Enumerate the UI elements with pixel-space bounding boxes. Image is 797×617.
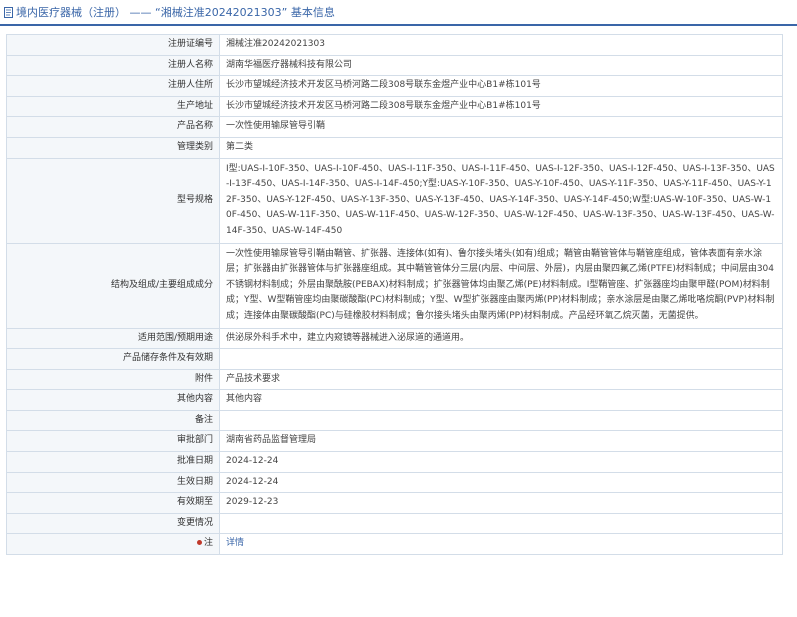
table-row: 注册证编号 湘械注准20242021303: [6, 34, 783, 56]
field-label: 生产地址: [6, 95, 220, 118]
pin-icon: [196, 540, 202, 546]
field-value: I型:UAS-I-10F-350、UAS-I-10F-450、UAS-I-11F…: [219, 157, 783, 244]
field-label: 注册证编号: [6, 34, 220, 56]
table-row: 变更情况: [6, 512, 783, 535]
table-row: 注册人名称 湖南华福医疗器械科技有限公司: [6, 54, 783, 77]
table-row: 批准日期 2024-12-24: [6, 451, 783, 473]
field-value: 其他内容: [219, 389, 783, 411]
field-value: 2024-12-24: [219, 451, 783, 473]
field-label: 管理类别: [6, 136, 220, 159]
field-label: 适用范围/预期用途: [6, 327, 220, 350]
table-row: 产品储存条件及有效期: [6, 348, 783, 370]
table-row: 注册人住所 长沙市望城经济技术开发区马桥河路二段308号联东金煜产业中心B1#栋…: [6, 75, 783, 97]
page-title: 境内医疗器械（注册） —— “湘械注准20242021303” 基本信息: [16, 6, 335, 19]
field-label: 型号规格: [6, 157, 220, 244]
document-icon: [4, 6, 13, 18]
field-value: 湖南省药品监督管理局: [219, 430, 783, 453]
field-label: 产品名称: [6, 116, 220, 138]
table-row: 管理类别 第二类: [6, 136, 783, 159]
field-value: 长沙市望城经济技术开发区马桥河路二段308号联东金煜产业中心B1#栋101号: [219, 95, 783, 118]
table-row: 有效期至 2029-12-23: [6, 492, 783, 514]
title-divider: [0, 24, 797, 26]
table-row: 注 详情: [6, 533, 783, 556]
field-label: 备注: [6, 409, 220, 432]
table-row: 附件 产品技术要求: [6, 368, 783, 391]
field-label: 其他内容: [6, 389, 220, 411]
registration-info-table: 注册证编号 湘械注准20242021303 注册人名称 湖南华福医疗器械科技有限…: [6, 34, 783, 556]
field-label: 生效日期: [6, 471, 220, 494]
table-row: 生产地址 长沙市望城经济技术开发区马桥河路二段308号联东金煜产业中心B1#栋1…: [6, 95, 783, 118]
field-value: [219, 348, 783, 370]
field-value: 湖南华福医疗器械科技有限公司: [219, 54, 783, 77]
table-row: 其他内容 其他内容: [6, 389, 783, 411]
field-label: 附件: [6, 368, 220, 391]
note-label: 注: [203, 538, 213, 549]
field-value: [219, 409, 783, 432]
field-value: [219, 512, 783, 535]
table-row: 型号规格 I型:UAS-I-10F-350、UAS-I-10F-450、UAS-…: [6, 157, 783, 244]
table-row: 结构及组成/主要组成成分 一次性使用输尿管导引鞘由鞘管、扩张器、连接体(如有)、…: [6, 242, 783, 329]
field-value: 第二类: [219, 136, 783, 159]
field-value: 产品技术要求: [219, 368, 783, 391]
table-row: 备注: [6, 409, 783, 432]
field-value: 2024-12-24: [219, 471, 783, 494]
field-label: 结构及组成/主要组成成分: [6, 242, 220, 329]
field-label: 有效期至: [6, 492, 220, 514]
field-label: 产品储存条件及有效期: [6, 348, 220, 370]
field-value: 长沙市望城经济技术开发区马桥河路二段308号联东金煜产业中心B1#栋101号: [219, 75, 783, 97]
details-link[interactable]: 详情: [226, 538, 244, 548]
table-row: 审批部门 湖南省药品监督管理局: [6, 430, 783, 453]
table-row: 适用范围/预期用途 供泌尿外科手术中，建立内窥镜等器械进入泌尿道的通道用。: [6, 327, 783, 350]
table-row: 产品名称 一次性使用输尿管导引鞘: [6, 116, 783, 138]
field-label: 审批部门: [6, 430, 220, 453]
field-label: 注册人名称: [6, 54, 220, 77]
note-label-cell: 注: [6, 533, 220, 556]
field-value: 供泌尿外科手术中，建立内窥镜等器械进入泌尿道的通道用。: [219, 327, 783, 350]
table-row: 生效日期 2024-12-24: [6, 471, 783, 494]
field-value: 一次性使用输尿管导引鞘: [219, 116, 783, 138]
field-value: 2029-12-23: [219, 492, 783, 514]
field-label: 注册人住所: [6, 75, 220, 97]
field-label: 批准日期: [6, 451, 220, 473]
field-value: 一次性使用输尿管导引鞘由鞘管、扩张器、连接体(如有)、鲁尔接头堵头(如有)组成；…: [219, 242, 783, 329]
field-label: 变更情况: [6, 512, 220, 535]
page-title-bar: 境内医疗器械（注册） —— “湘械注准20242021303” 基本信息: [4, 3, 335, 21]
field-value: 湘械注准20242021303: [219, 34, 783, 56]
note-value-cell: 详情: [219, 533, 783, 556]
